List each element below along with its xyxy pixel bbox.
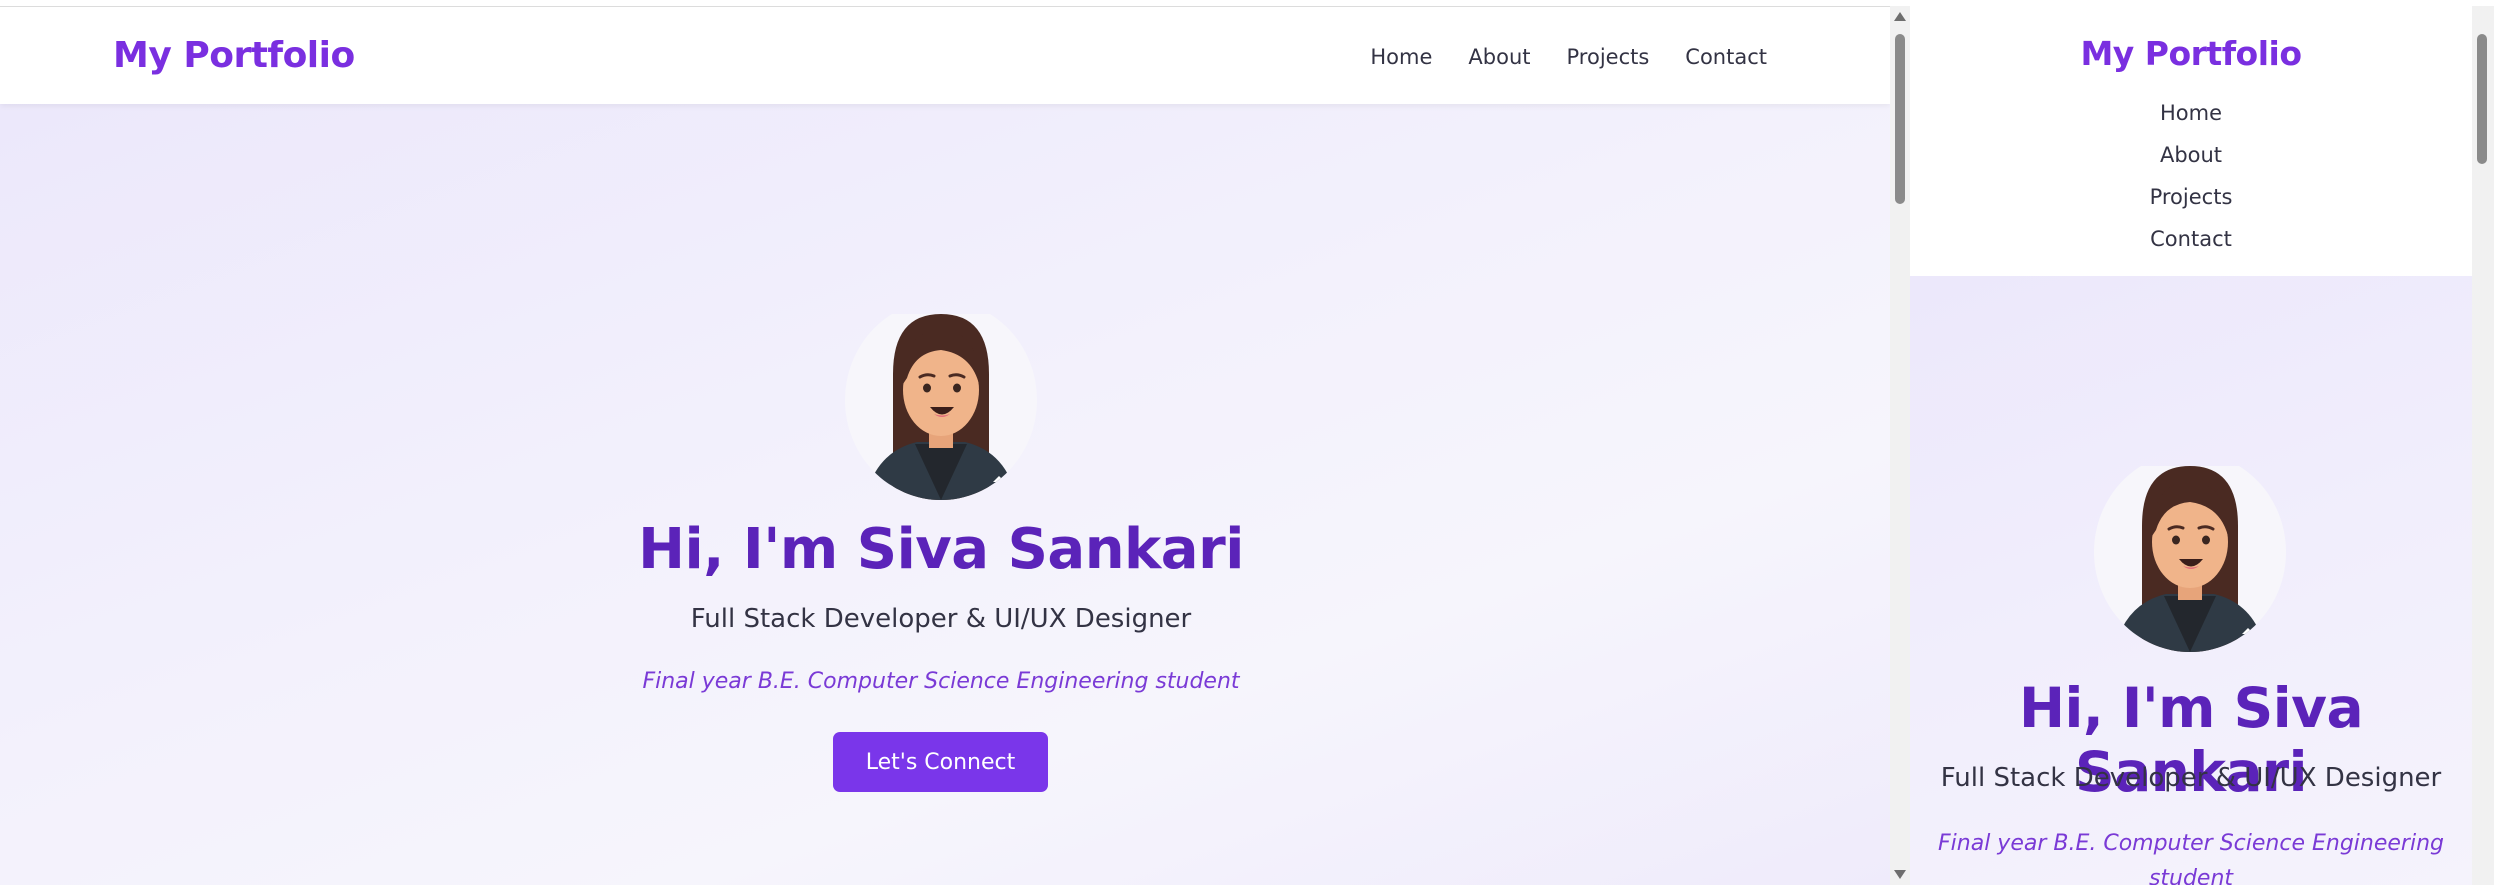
- mobile-logo[interactable]: My Portfolio: [1910, 34, 2472, 73]
- hero-section: Hi, I'm Siva Sankari Full Stack Develope…: [0, 104, 1890, 885]
- mobile-nav-link-projects[interactable]: Projects: [2150, 184, 2233, 211]
- mobile-navbar: My Portfolio Home About Projects Contact: [1910, 6, 2472, 276]
- mobile-hero-role: Full Stack Developer & UI/UX Designer: [1940, 763, 2442, 793]
- mobile-scrollbar[interactable]: [2472, 6, 2494, 885]
- scroll-up-arrow-icon[interactable]: [1894, 12, 1906, 21]
- avatar-illustration-icon: [2094, 466, 2286, 652]
- mobile-nav-links: Home About Projects Contact: [1910, 100, 2472, 253]
- mobile-hero-section: Hi, I'm Siva Sankari Full Stack Develope…: [1910, 276, 2472, 885]
- nav-link-projects[interactable]: Projects: [1567, 45, 1650, 69]
- avatar: [845, 314, 1037, 500]
- logo[interactable]: My Portfolio: [113, 35, 355, 76]
- nav-links: Home About Projects Contact: [1370, 45, 1767, 69]
- hero-title: Hi, I'm Siva Sankari: [638, 517, 1244, 582]
- hero-role: Full Stack Developer & UI/UX Designer: [690, 604, 1192, 634]
- mobile-viewport: My Portfolio Home About Projects Contact: [1910, 6, 2472, 885]
- scrollbar-thumb[interactable]: [1895, 34, 1905, 204]
- scroll-down-arrow-icon[interactable]: [1894, 870, 1906, 879]
- hero-note: Final year B.E. Computer Science Enginee…: [642, 669, 1240, 694]
- mobile-avatar: [2094, 466, 2286, 652]
- avatar-illustration-icon: [845, 314, 1037, 500]
- desktop-viewport: My Portfolio Home About Projects Contact: [0, 6, 1890, 885]
- navbar: My Portfolio Home About Projects Contact: [0, 7, 1890, 104]
- mobile-hero-note: Final year B.E. Computer Science Enginee…: [1938, 831, 2444, 885]
- nav-link-home[interactable]: Home: [1370, 45, 1432, 69]
- mobile-nav-link-home[interactable]: Home: [2160, 100, 2222, 127]
- nav-link-about[interactable]: About: [1468, 45, 1530, 69]
- desktop-scrollbar[interactable]: [1890, 6, 1910, 885]
- mobile-nav-link-contact[interactable]: Contact: [2150, 226, 2232, 253]
- mobile-scrollbar-thumb[interactable]: [2477, 34, 2487, 164]
- nav-link-contact[interactable]: Contact: [1685, 45, 1767, 69]
- mobile-nav-link-about[interactable]: About: [2160, 142, 2222, 169]
- lets-connect-button[interactable]: Let's Connect: [833, 732, 1048, 792]
